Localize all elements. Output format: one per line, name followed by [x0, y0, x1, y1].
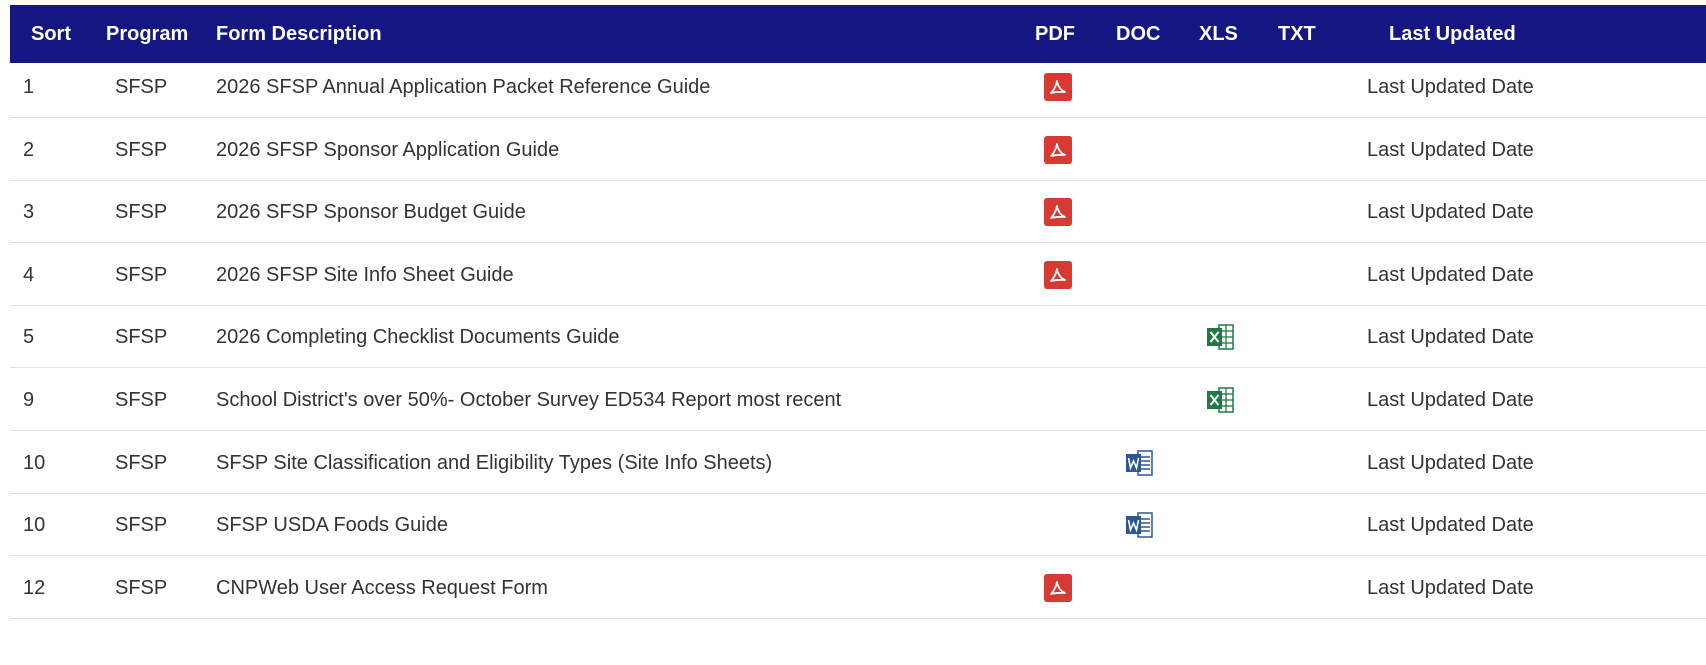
table-row: 1 SFSP 2026 SFSP Annual Application Packet… — [10, 56, 1706, 118]
column-header-txt[interactable]: TXT — [1278, 5, 1316, 63]
sort-cell: 10 — [23, 451, 46, 474]
column-header-doc[interactable]: DOC — [1116, 5, 1160, 63]
column-header-sort[interactable]: Sort — [31, 5, 71, 63]
description-cell: 2026 SFSP Sponsor Budget Guide — [216, 201, 526, 224]
column-header-last-updated[interactable]: Last Updated — [1389, 5, 1516, 63]
sort-cell: 1 — [23, 76, 35, 98]
last-updated-cell: Last Updated Date — [1367, 201, 1534, 224]
description-cell: 2026 SFSP Sponsor Application Guide — [216, 138, 560, 161]
last-updated-cell: Last Updated Date — [1367, 514, 1534, 537]
table-row: 10 SFSP SFSP USDA Foods Guide Last Updated … — [10, 494, 1706, 557]
table-row: 10 SFSP SFSP Site Classification and Eligi… — [10, 432, 1706, 494]
table-row: 12 SFSP CNPWeb User Access Request Form Las… — [10, 557, 1706, 619]
program-cell: SFSP — [115, 263, 168, 286]
pdf-file-icon[interactable] — [1043, 573, 1073, 603]
sort-cell: 3 — [23, 201, 35, 224]
table-row: 5 SFSP 2026 Completing Checklist Documents… — [10, 306, 1706, 369]
word-file-icon[interactable] — [1124, 448, 1154, 478]
column-header-description[interactable]: Form Description — [216, 5, 382, 63]
sort-cell: 10 — [23, 514, 46, 537]
description-cell: 2026 SFSP Annual Application Packet Refe… — [216, 76, 711, 98]
description-cell: 2026 Completing Checklist Documents Guid… — [216, 326, 620, 349]
last-updated-cell: Last Updated Date — [1367, 389, 1534, 411]
program-cell: SFSP — [115, 451, 168, 474]
program-cell: SFSP — [115, 576, 168, 599]
program-cell: SFSP — [115, 76, 168, 98]
pdf-file-icon[interactable] — [1043, 135, 1073, 165]
description-cell: 2026 SFSP Site Info Sheet Guide — [216, 263, 514, 286]
program-cell: SFSP — [115, 389, 168, 411]
last-updated-cell: Last Updated Date — [1367, 451, 1534, 474]
last-updated-cell: Last Updated Date — [1367, 326, 1534, 349]
pdf-file-icon[interactable] — [1043, 72, 1073, 102]
table-row: 2 SFSP 2026 SFSP Sponsor Application Guide… — [10, 119, 1706, 181]
column-header-program[interactable]: Program — [106, 5, 188, 63]
sort-cell: 2 — [23, 138, 35, 161]
program-cell: SFSP — [115, 326, 168, 349]
table-row: 9 SFSP School District's over 50%- October… — [10, 369, 1706, 431]
word-file-icon[interactable] — [1124, 510, 1154, 540]
sort-cell: 12 — [23, 576, 46, 599]
column-header-xls[interactable]: XLS — [1199, 5, 1238, 63]
sort-cell: 9 — [23, 389, 35, 411]
description-cell: SFSP USDA Foods Guide — [216, 514, 448, 537]
sort-cell: 5 — [23, 326, 35, 349]
pdf-file-icon[interactable] — [1043, 260, 1073, 290]
description-cell: CNPWeb User Access Request Form — [216, 576, 548, 599]
last-updated-cell: Last Updated Date — [1367, 263, 1534, 286]
program-cell: SFSP — [115, 514, 168, 537]
program-cell: SFSP — [115, 201, 168, 224]
table-row: 4 SFSP 2026 SFSP Site Info Sheet Guide Last… — [10, 244, 1706, 306]
excel-file-icon[interactable] — [1205, 322, 1235, 352]
program-cell: SFSP — [115, 138, 168, 161]
table-row: 3 SFSP 2026 SFSP Sponsor Budget Guide Last … — [10, 181, 1706, 244]
sort-cell: 4 — [23, 263, 35, 286]
last-updated-cell: Last Updated Date — [1367, 76, 1534, 98]
excel-file-icon[interactable] — [1205, 385, 1235, 415]
column-header-pdf[interactable]: PDF — [1035, 5, 1075, 63]
description-cell: School District's over 50%- October Surv… — [216, 389, 842, 411]
description-cell: SFSP Site Classification and Eligibility… — [216, 451, 773, 474]
last-updated-cell: Last Updated Date — [1367, 576, 1534, 599]
table-header: Sort Program Form Description PDF DOC XL… — [10, 5, 1706, 63]
last-updated-cell: Last Updated Date — [1367, 138, 1534, 161]
pdf-file-icon[interactable] — [1043, 197, 1073, 227]
